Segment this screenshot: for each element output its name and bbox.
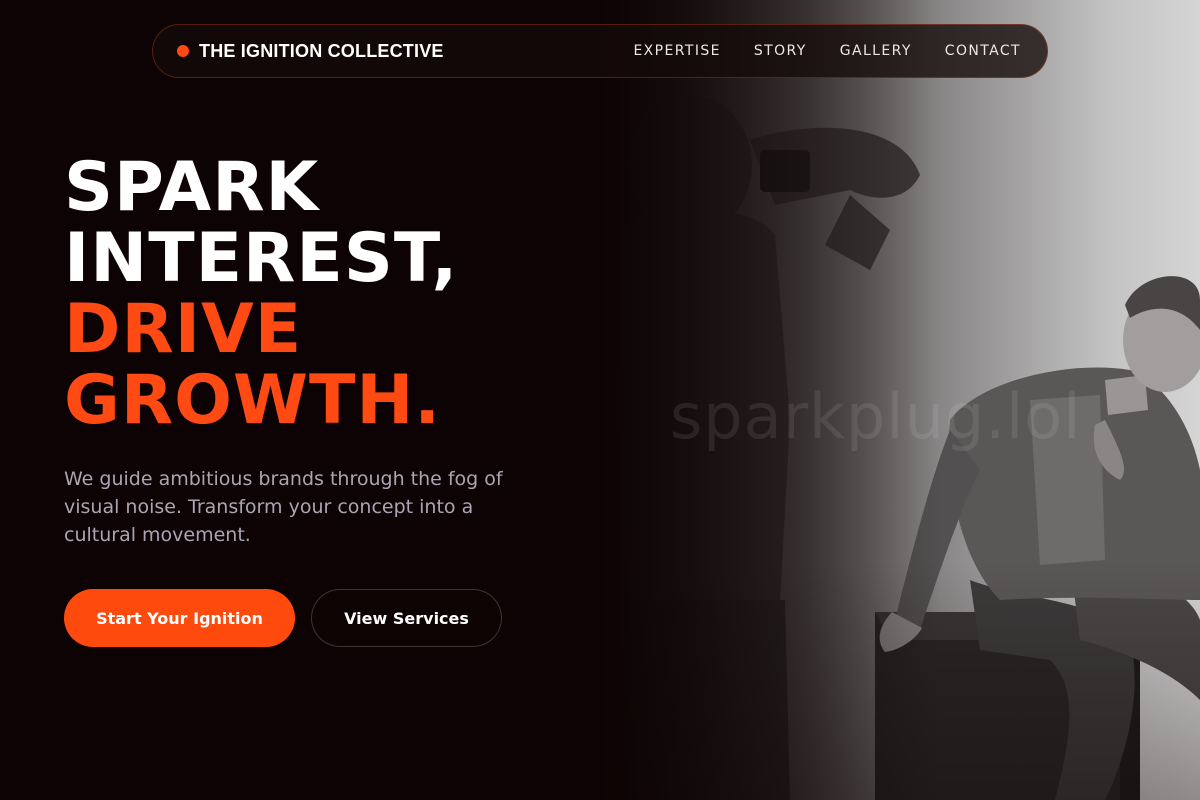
headline-line-1: SPARK (64, 148, 320, 227)
top-nav: THE IGNITION COLLECTIVE EXPERTISE STORY … (152, 24, 1048, 78)
headline-line-4: GROWTH. (64, 361, 442, 440)
hero-subtitle: We guide ambitious brands through the fo… (64, 468, 503, 546)
brand-logo[interactable]: THE IGNITION COLLECTIVE (177, 41, 444, 62)
nav-link-gallery[interactable]: GALLERY (840, 43, 912, 59)
headline-line-2: INTEREST, (64, 219, 459, 298)
nav-link-expertise[interactable]: EXPERTISE (633, 43, 720, 59)
brand-dot-icon (177, 45, 189, 57)
watermark-text: sparkplug.lol (670, 380, 1082, 453)
brand-name: THE IGNITION COLLECTIVE (199, 40, 444, 61)
headline-line-3: DRIVE (64, 290, 303, 369)
nav-links: EXPERTISE STORY GALLERY CONTACT (633, 43, 1021, 59)
start-ignition-button[interactable]: Start Your Ignition (64, 589, 295, 647)
view-services-button[interactable]: View Services (311, 589, 502, 647)
cta-row: Start Your Ignition View Services (64, 589, 502, 647)
nav-link-contact[interactable]: CONTACT (945, 43, 1021, 59)
nav-link-story[interactable]: STORY (754, 43, 807, 59)
hero-headline: SPARK INTEREST, DRIVE GROWTH. (64, 152, 458, 436)
